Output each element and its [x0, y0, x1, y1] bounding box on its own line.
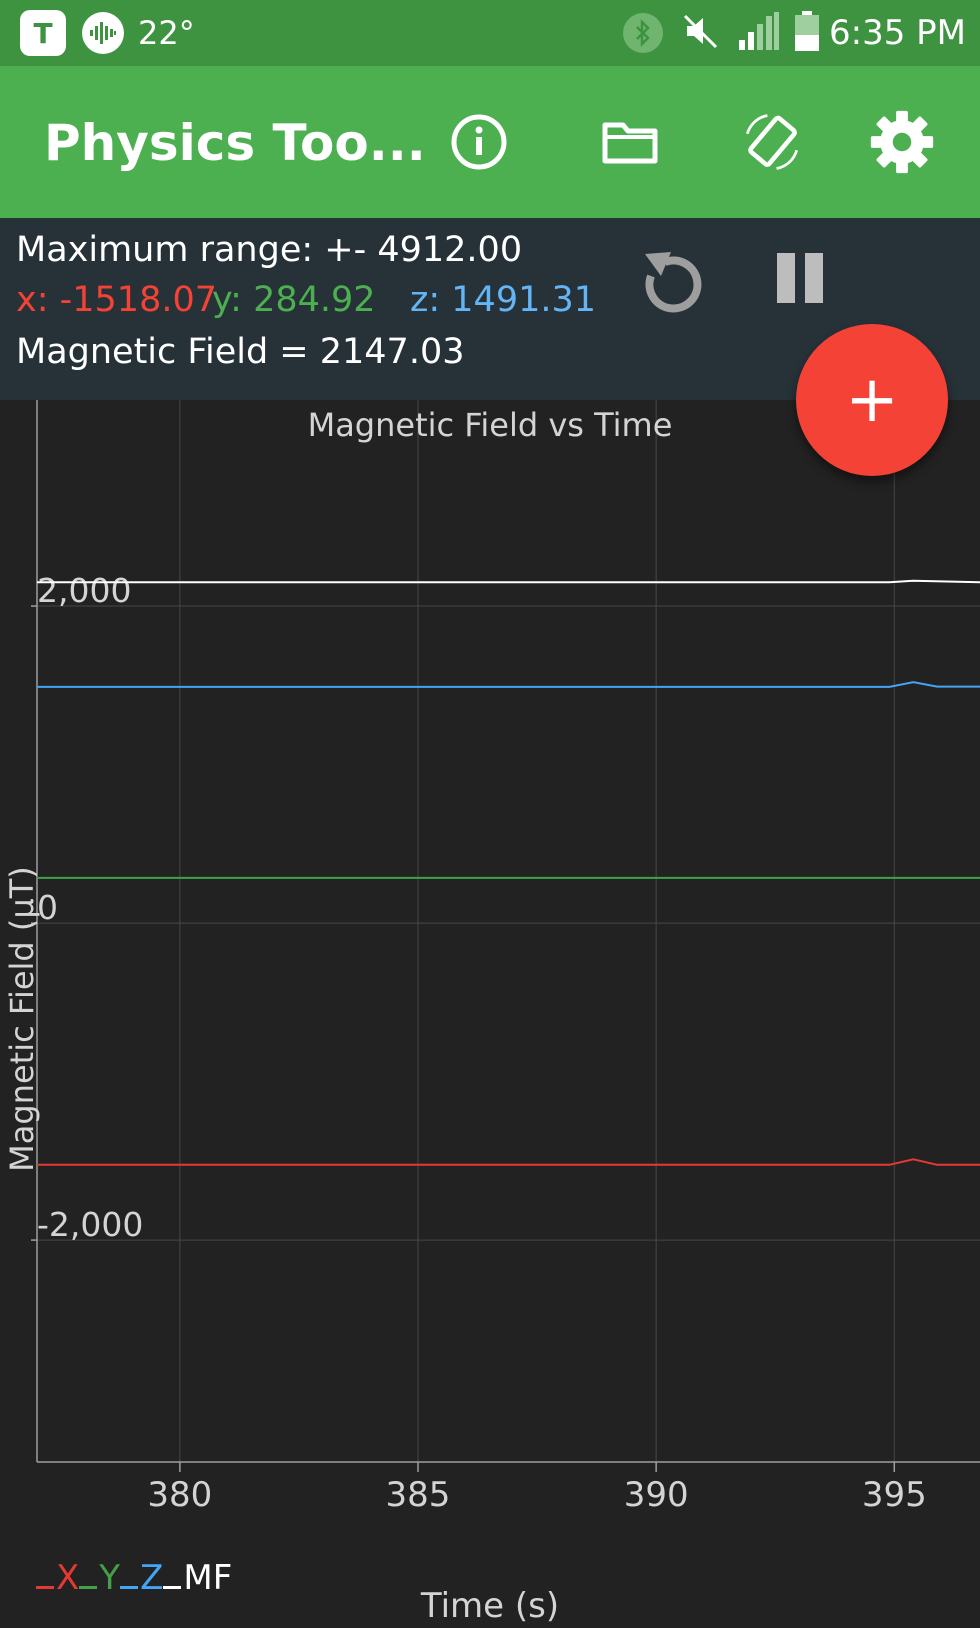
maximum-range-label: Maximum range: +- 4912.00 [16, 230, 523, 270]
y-tick-label: -2,000 [37, 1205, 143, 1244]
legend-swatch [163, 1586, 182, 1589]
y-axis-label: Magnetic Field (µT) [3, 866, 41, 1172]
y-value: y: 284.92 [212, 280, 376, 320]
x-value: x: -1518.07 [16, 280, 217, 320]
series-line-z [37, 681, 980, 688]
x-tick-label: 395 [862, 1475, 927, 1515]
legend-swatch [36, 1586, 54, 1589]
legend-label: Y [99, 1558, 121, 1598]
legend-label: MF [183, 1558, 233, 1598]
legend-swatch [79, 1586, 98, 1589]
audio-wave-icon [82, 12, 124, 54]
magnetic-field-chart: 380 385 390 395 2,000 0 -2,000 Magnetic Field … [0, 400, 980, 1628]
signal-icon [739, 12, 779, 54]
add-icon: + [845, 363, 899, 437]
pause-icon[interactable] [770, 248, 830, 308]
battery-icon [795, 11, 819, 55]
folder-icon[interactable] [598, 110, 662, 174]
x-tick-label: 380 [147, 1475, 212, 1515]
y-tick-label: 2,000 [37, 571, 131, 610]
z-value: z: 1491.31 [410, 280, 597, 320]
legend-item-z: Z [120, 1558, 163, 1598]
legend-item-x: X [36, 1558, 79, 1598]
screen-rotation-icon[interactable] [740, 110, 804, 174]
volume-mute-icon [683, 13, 719, 53]
info-icon[interactable] [447, 110, 511, 174]
app-title: Physics Too... [44, 114, 426, 172]
series-line-mf [37, 579, 980, 584]
x-tick-label: 385 [386, 1475, 451, 1515]
t-app-icon: T [20, 10, 66, 56]
legend-label: Z [140, 1558, 164, 1598]
settings-icon[interactable] [870, 110, 934, 174]
chart-plot: 380 385 390 3952,0000-2,000 [31, 400, 980, 1515]
temperature: 22° [138, 14, 195, 52]
clock: 6:35 PM [829, 13, 966, 53]
chart-legend: X Y Z MF [36, 1558, 232, 1598]
add-button[interactable]: + [796, 324, 948, 476]
x-tick-label: 390 [624, 1475, 689, 1515]
legend-swatch [120, 1586, 139, 1589]
legend-label: X [56, 1558, 80, 1598]
app-bar: Physics Too... [0, 66, 980, 218]
magnetic-field-value: Magnetic Field = 2147.03 [16, 332, 465, 372]
status-bar: T 22° 6:35 PM [0, 0, 980, 66]
legend-item-mf: MF [163, 1558, 232, 1598]
bluetooth-icon [623, 13, 663, 53]
reset-icon[interactable] [632, 244, 708, 320]
legend-item-y: Y [79, 1558, 120, 1598]
series-line-x [37, 1158, 980, 1166]
